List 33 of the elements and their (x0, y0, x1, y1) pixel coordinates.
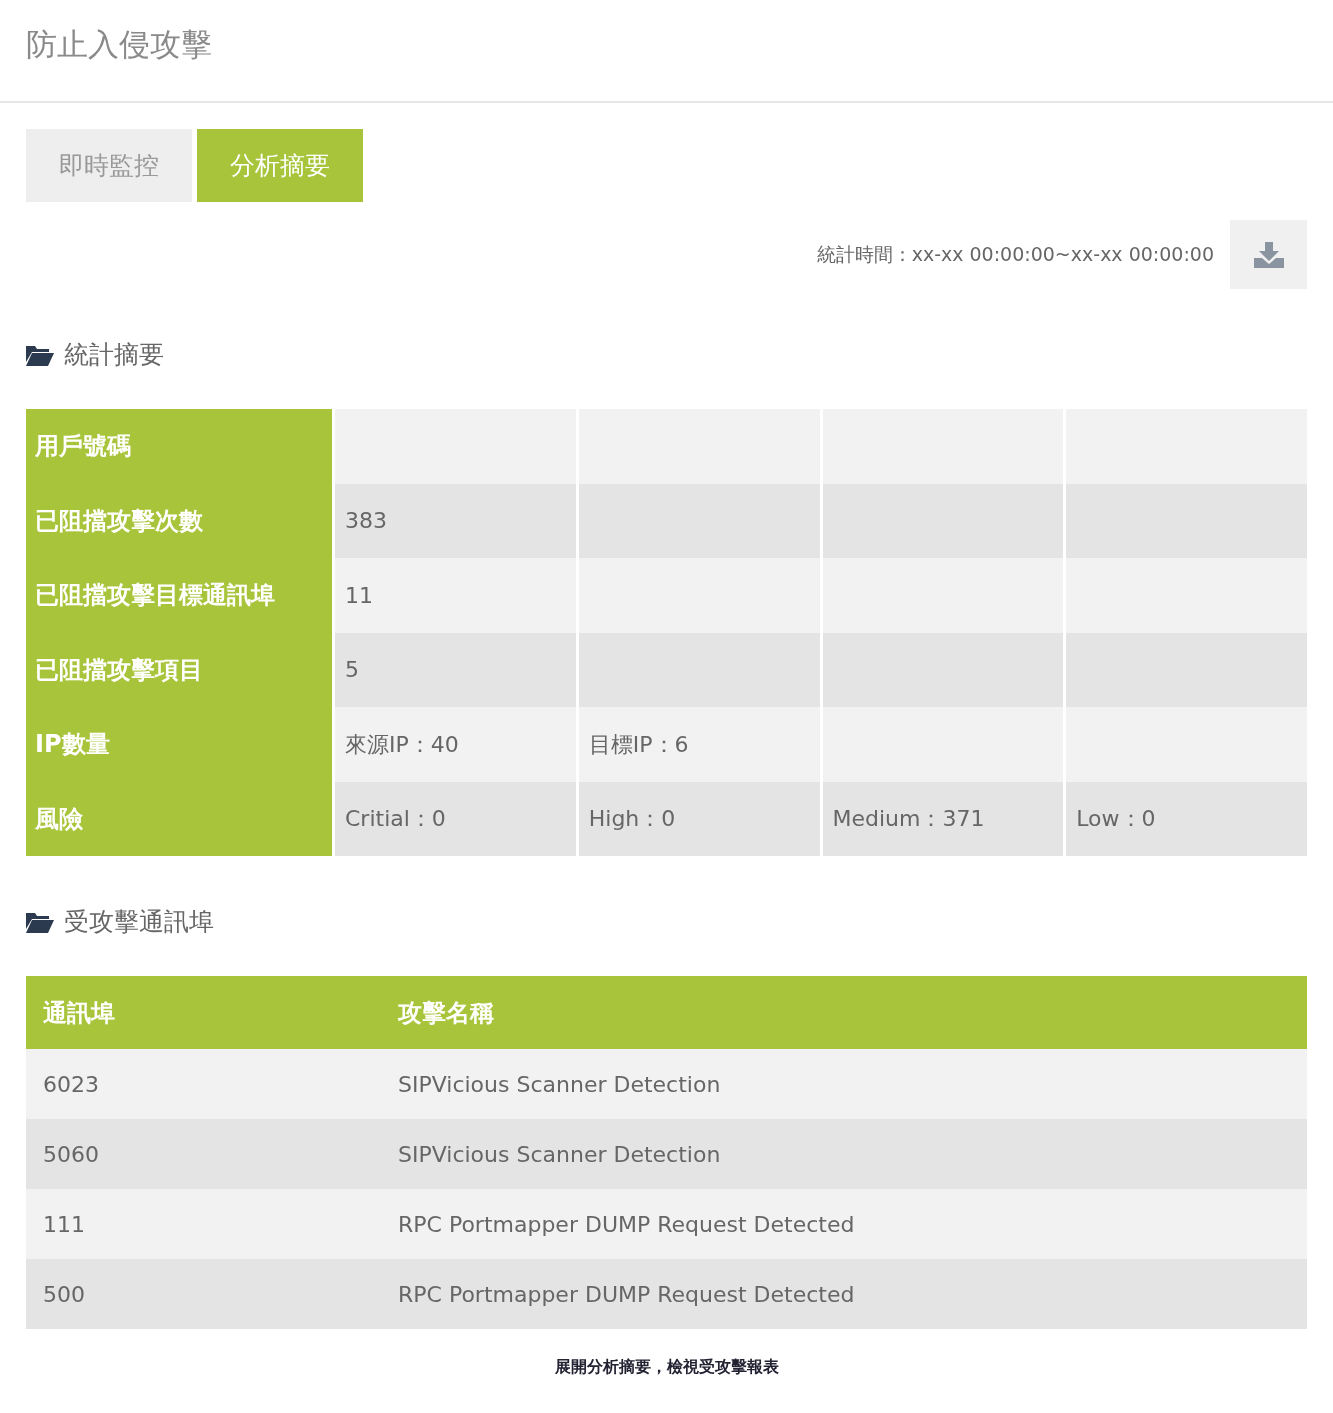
table-cell-text: SIPVicious Scanner Detection (398, 1140, 721, 1169)
tab[interactable]: 分析摘要 (197, 129, 363, 202)
table-cell-text: SIPVicious Scanner Detection (398, 1070, 721, 1099)
download-icon (1253, 241, 1284, 268)
row-label: 已阻擋攻擊項目 (26, 632, 332, 707)
table-cell-text: RPC Portmapper DUMP Request Detected (398, 1280, 855, 1309)
download-button[interactable] (1230, 220, 1307, 289)
tab[interactable]: 即時監控 (26, 129, 192, 202)
footer-note: 展開分析摘要，檢視受攻擊報表 (553, 1356, 780, 1378)
table-cell: 383 (332, 483, 576, 558)
table-cell-text: 500 (42, 1280, 86, 1309)
row-label: 用戶號碼 (26, 409, 332, 484)
folder-icon (26, 344, 54, 366)
table-cell-text: RPC Portmapper DUMP Request Detected (398, 1210, 855, 1239)
column-header: 通訊埠 (42, 997, 116, 1029)
table-cell: 5 (332, 632, 576, 707)
table-cell: Low：0 (1063, 781, 1307, 856)
column-header: 攻擊名稱 (398, 997, 494, 1029)
row-label: 風險 (26, 781, 332, 856)
table-cell-text: 5060 (42, 1140, 100, 1169)
table-cell: 來源IP：40 (332, 707, 576, 782)
table-cell-text: 111 (42, 1210, 86, 1239)
row-label: IP數量 (26, 707, 332, 782)
section-heading: 受攻擊通訊埠 (64, 906, 214, 939)
page-title: 防止入侵攻擊 (0, 0, 1333, 103)
table-cell: Critial：0 (332, 781, 576, 856)
row-label: 已阻擋攻擊次數 (26, 483, 332, 558)
table-cell: 11 (332, 558, 576, 633)
folder-icon (26, 911, 54, 933)
period-text: 統計時間：xx-xx 00:00:00~xx-xx 00:00:00 (816, 242, 1214, 268)
table-cell-text: 6023 (42, 1070, 100, 1099)
section-heading: 統計摘要 (64, 339, 164, 372)
row-label: 已阻擋攻擊目標通訊埠 (26, 558, 332, 633)
